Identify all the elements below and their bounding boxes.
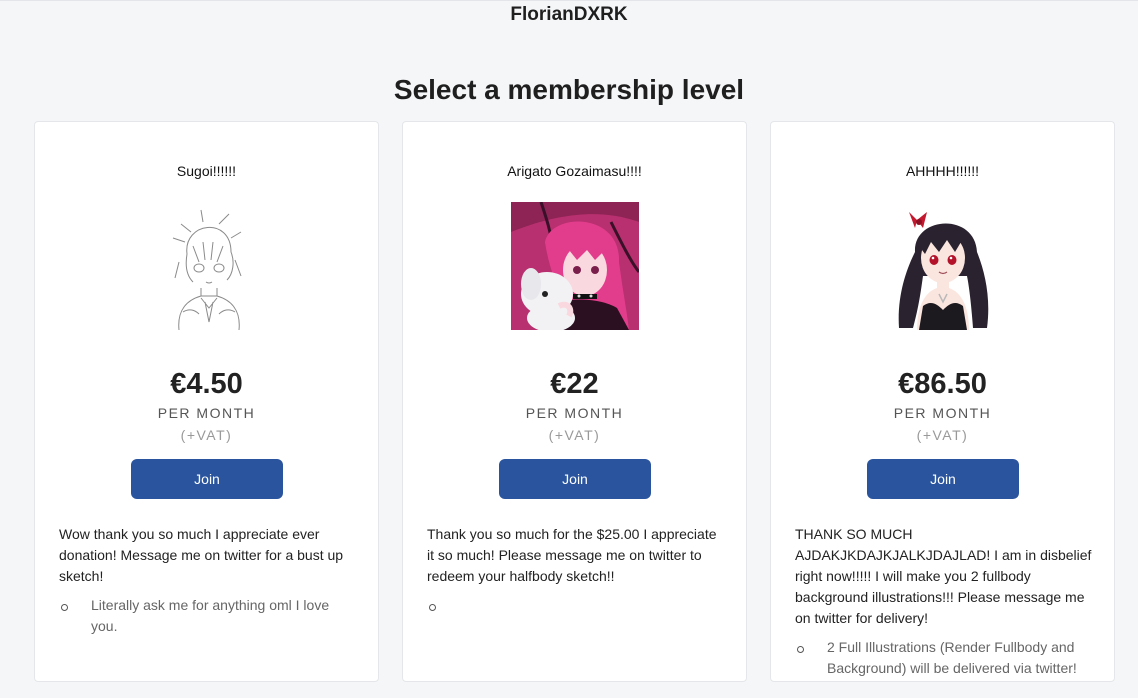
join-button[interactable]: Join (499, 459, 651, 499)
tier-name: Arigato Gozaimasu!!!! (507, 163, 642, 179)
tier-period: PER MONTH (157, 405, 256, 421)
tier-price: €22 (550, 368, 599, 400)
tier-image-pink-hair-avatar (511, 202, 639, 330)
benefit-item: Literally ask me for anything oml I love… (59, 595, 359, 637)
tier-image-dark-hair-avatar (879, 202, 1007, 330)
tier-description-block: THANK SO MUCH AJDAKJKDAJKJALKJDAJLAD! I … (795, 524, 1095, 679)
join-button[interactable]: Join (867, 459, 1019, 499)
tier-name: AHHHH!!!!!! (905, 163, 980, 179)
tier-vat-note: (+VAT) (548, 427, 601, 443)
tier-vat-note: (+VAT) (916, 427, 969, 443)
tier-vat-note: (+VAT) (180, 427, 233, 443)
tier-card-arigato: Arigato Gozaimasu!!!! €22 PER MONTH (+VA… (402, 121, 747, 682)
tier-period: PER MONTH (525, 405, 624, 421)
benefit-item: 2 Full Illustrations (Render Fullbody an… (795, 637, 1095, 679)
tier-description-block: Thank you so much for the $25.00 I appre… (427, 524, 727, 616)
tier-price: €4.50 (170, 368, 243, 400)
tier-description-block: Wow thank you so much I appreciate ever … (59, 524, 359, 637)
tier-period: PER MONTH (893, 405, 992, 421)
tier-benefits-list: Literally ask me for anything oml I love… (59, 595, 359, 637)
benefit-item (427, 595, 727, 616)
tier-card-sugoi: Sugoi!!!!!! €4.50 PER MONTH (+VAT) Join (34, 121, 379, 682)
top-divider (0, 0, 1138, 1)
tier-benefits-list: 2 Full Illustrations (Render Fullbody an… (795, 637, 1095, 679)
tier-description: Wow thank you so much I appreciate ever … (59, 526, 344, 584)
tier-description: Thank you so much for the $25.00 I appre… (427, 526, 717, 584)
tier-name: Sugoi!!!!!! (176, 163, 237, 179)
tier-price: €86.50 (898, 368, 987, 400)
page-title: Select a membership level (393, 74, 745, 105)
tier-description: THANK SO MUCH AJDAKJKDAJKJALKJDAJLAD! I … (795, 526, 1092, 626)
tier-benefits-list (427, 595, 727, 616)
join-button[interactable]: Join (131, 459, 283, 499)
tier-image-sketch-avatar (143, 202, 271, 330)
tier-card-ahhhh: AHHHH!!!!!! €86.50 PER MONTH (+VAT) Join… (770, 121, 1115, 682)
creator-name[interactable]: FlorianDXRK (0, 4, 1138, 26)
